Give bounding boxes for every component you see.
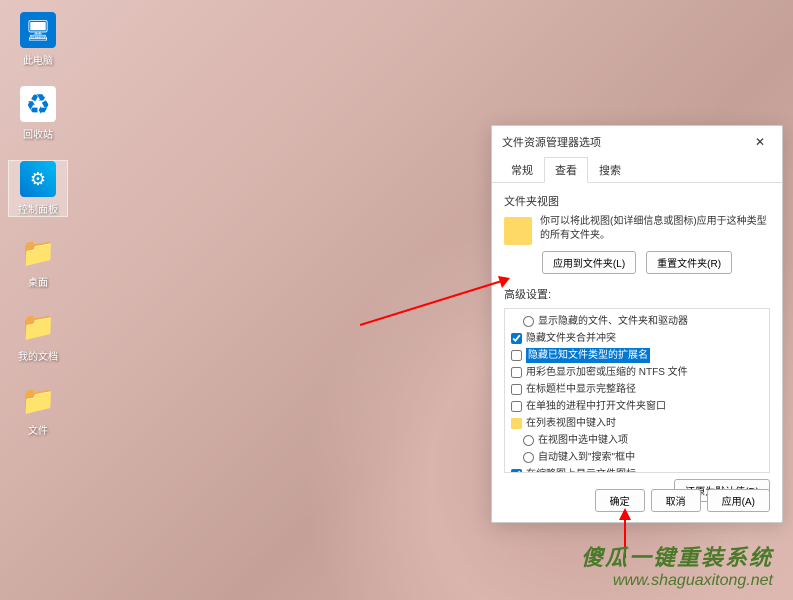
folder-view-section: 你可以将此视图(如详细信息或图标)应用于这种类型的所有文件夹。 xyxy=(504,215,770,245)
setting-label: 自动键入到"搜索"框中 xyxy=(538,450,635,465)
setting-label: 在标题栏中显示完整路径 xyxy=(526,382,636,397)
tab-search[interactable]: 搜索 xyxy=(588,157,632,183)
folder-view-description: 你可以将此视图(如详细信息或图标)应用于这种类型的所有文件夹。 xyxy=(540,215,770,245)
checkbox-icon[interactable] xyxy=(511,401,522,412)
desktop-icon-folder[interactable]: 📁 文件 xyxy=(8,382,68,437)
setting-label: 显示隐藏的文件、文件夹和驱动器 xyxy=(538,314,688,329)
icon-label: 此电脑 xyxy=(8,52,68,67)
setting-full-path-titlebar[interactable]: 在标题栏中显示完整路径 xyxy=(511,381,763,398)
desktop-icon-folder[interactable]: 📁 我的文档 xyxy=(8,308,68,363)
reset-folders-button[interactable]: 重置文件夹(R) xyxy=(646,251,732,274)
setting-label: 用彩色显示加密或压缩的 NTFS 文件 xyxy=(526,365,688,380)
icon-label: 桌面 xyxy=(8,274,68,289)
desktop-icon-computer[interactable]: 🖥 此电脑 xyxy=(8,12,68,67)
radio-icon[interactable] xyxy=(523,316,534,327)
setting-hide-merge-conflicts[interactable]: 隐藏文件夹合并冲突 xyxy=(511,330,763,347)
setting-color-ntfs[interactable]: 用彩色显示加密或压缩的 NTFS 文件 xyxy=(511,364,763,381)
recycle-icon: ♻ xyxy=(20,86,56,122)
apply-button[interactable]: 应用(A) xyxy=(707,489,770,512)
tab-view[interactable]: 查看 xyxy=(544,157,588,183)
icon-label: 控制面板 xyxy=(9,201,67,216)
dialog-body: 文件夹视图 你可以将此视图(如详细信息或图标)应用于这种类型的所有文件夹。 应用… xyxy=(492,183,782,512)
dialog-title: 文件资源管理器选项 xyxy=(502,134,601,150)
icon-label: 我的文档 xyxy=(8,348,68,363)
setting-label: 在列表视图中键入时 xyxy=(526,416,616,431)
setting-label: 隐藏已知文件类型的扩展名 xyxy=(526,348,650,363)
dialog-titlebar: 文件资源管理器选项 ✕ xyxy=(492,126,782,156)
control-panel-icon: ⚙ xyxy=(20,161,56,197)
folder-icon: 📁 xyxy=(20,234,56,270)
folder-icon xyxy=(504,217,532,245)
setting-separate-process[interactable]: 在单独的进程中打开文件夹窗口 xyxy=(511,398,763,415)
cancel-button[interactable]: 取消 xyxy=(651,489,701,512)
checkbox-icon[interactable] xyxy=(511,367,522,378)
watermark-title: 傻瓜一键重装系统 xyxy=(581,540,773,572)
checkbox-icon[interactable] xyxy=(511,469,522,473)
checkbox-icon[interactable] xyxy=(511,350,522,361)
advanced-label: 高级设置: xyxy=(504,286,770,302)
folder-icon: 📁 xyxy=(20,308,56,344)
setting-typing-group: 在列表视图中键入时 xyxy=(511,415,763,432)
folder-icon: 📁 xyxy=(20,382,56,418)
setting-thumbnail-icons[interactable]: 在缩略图上显示文件图标 xyxy=(511,466,763,473)
icon-label: 回收站 xyxy=(8,126,68,141)
folder-options-dialog: 文件资源管理器选项 ✕ 常规 查看 搜索 文件夹视图 你可以将此视图(如详细信息… xyxy=(491,125,783,523)
ok-button[interactable]: 确定 xyxy=(595,489,645,512)
setting-label: 在单独的进程中打开文件夹窗口 xyxy=(526,399,666,414)
checkbox-icon[interactable] xyxy=(511,384,522,395)
tab-general[interactable]: 常规 xyxy=(500,157,544,183)
radio-icon[interactable] xyxy=(523,435,534,446)
apply-to-folders-button[interactable]: 应用到文件夹(L) xyxy=(542,251,636,274)
setting-label: 在视图中选中键入项 xyxy=(538,433,628,448)
desktop-icon-control-panel[interactable]: ⚙ 控制面板 xyxy=(8,160,68,217)
setting-hide-extensions[interactable]: 隐藏已知文件类型的扩展名 xyxy=(511,347,763,364)
dialog-footer: 确定 取消 应用(A) xyxy=(595,489,770,512)
watermark: 傻瓜一键重装系统 www.shaguaxitong.net xyxy=(581,540,773,590)
close-button[interactable]: ✕ xyxy=(746,132,774,152)
folder-view-label: 文件夹视图 xyxy=(504,193,770,209)
advanced-settings-panel[interactable]: 显示隐藏的文件、文件夹和驱动器 隐藏文件夹合并冲突 隐藏已知文件类型的扩展名 用… xyxy=(504,308,770,473)
radio-icon[interactable] xyxy=(523,452,534,463)
tabs: 常规 查看 搜索 xyxy=(492,156,782,183)
checkbox-icon[interactable] xyxy=(511,333,522,344)
setting-label: 隐藏文件夹合并冲突 xyxy=(526,331,616,346)
watermark-url: www.shaguaxitong.net xyxy=(581,572,773,590)
setting-label: 在缩略图上显示文件图标 xyxy=(526,467,636,473)
desktop-icon-recycle[interactable]: ♻ 回收站 xyxy=(8,86,68,141)
setting-radio-auto-search[interactable]: 自动键入到"搜索"框中 xyxy=(511,449,763,466)
folder-icon xyxy=(511,418,522,429)
setting-radio-select-typed[interactable]: 在视图中选中键入项 xyxy=(511,432,763,449)
setting-radio-show-hidden[interactable]: 显示隐藏的文件、文件夹和驱动器 xyxy=(511,313,763,330)
computer-icon: 🖥 xyxy=(20,12,56,48)
desktop-icon-folder[interactable]: 📁 桌面 xyxy=(8,234,68,289)
icon-label: 文件 xyxy=(8,422,68,437)
